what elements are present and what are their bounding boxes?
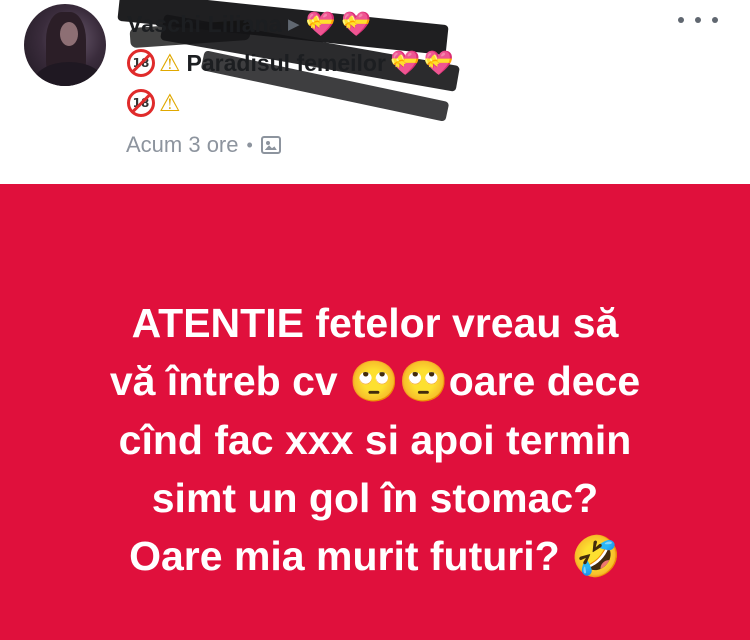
warning-icon: ⚠: [159, 89, 181, 117]
post-text-segment: oare dece: [448, 358, 641, 404]
post-line: cînd fac xxx si apoi termin: [118, 417, 632, 463]
post-text-segment: Oare mia murit futuri?: [129, 533, 572, 579]
warning-icon: ⚠: [159, 49, 181, 77]
group-line: 18 ⚠ Paradisul femeilor 💝 💝: [127, 46, 454, 80]
post-line: simt un gol în stomac?: [151, 475, 599, 521]
group-name[interactable]: Paradisul femeilor: [187, 50, 386, 77]
heart-gift-emoji: 💝: [305, 10, 336, 38]
photo-icon[interactable]: [260, 136, 281, 154]
post-line: vă întreb cv 🙄🙄oare dece: [40, 352, 710, 411]
dot: [695, 17, 701, 23]
avatar-shoulder: [34, 62, 104, 86]
post-line: ATENTIE fetelor vreau să: [131, 300, 619, 346]
eye-roll-emoji: 🙄: [398, 359, 449, 405]
dot: [678, 17, 684, 23]
author-avatar[interactable]: [24, 4, 106, 86]
group-name-continued: 18 ⚠: [127, 86, 181, 120]
meta-separator: •: [246, 134, 253, 155]
laughing-emoji: 🤣: [571, 534, 621, 580]
author-line: Vaschi Liliana ▶ 💝 💝: [127, 8, 371, 40]
author-name[interactable]: Vaschi Liliana: [127, 11, 282, 38]
eye-roll-emoji: 🙄: [349, 359, 399, 405]
heart-gift-emoji: 💝: [341, 10, 372, 38]
no-under-18-icon: 18: [127, 89, 155, 117]
post-text-segment: vă întreb cv: [109, 358, 350, 404]
dot: [712, 17, 718, 23]
heart-gift-emoji: 💝: [389, 49, 420, 77]
heart-gift-emoji: 💝: [423, 49, 454, 77]
avatar-face: [60, 22, 78, 46]
post-text: ATENTIE fetelor vreau să vă întreb cv 🙄🙄…: [40, 294, 710, 586]
share-arrow-icon: ▶: [287, 16, 300, 33]
post-header: Vaschi Liliana ▶ 💝 💝 18 ⚠ Paradisul feme…: [0, 0, 750, 184]
no-under-18-icon: 18: [127, 49, 155, 77]
post-meta: Acum 3 ore •: [126, 130, 281, 160]
timestamp[interactable]: Acum 3 ore: [126, 132, 239, 158]
post-line: Oare mia murit futuri? 🤣: [40, 527, 710, 586]
more-dots-icon[interactable]: [678, 10, 718, 30]
